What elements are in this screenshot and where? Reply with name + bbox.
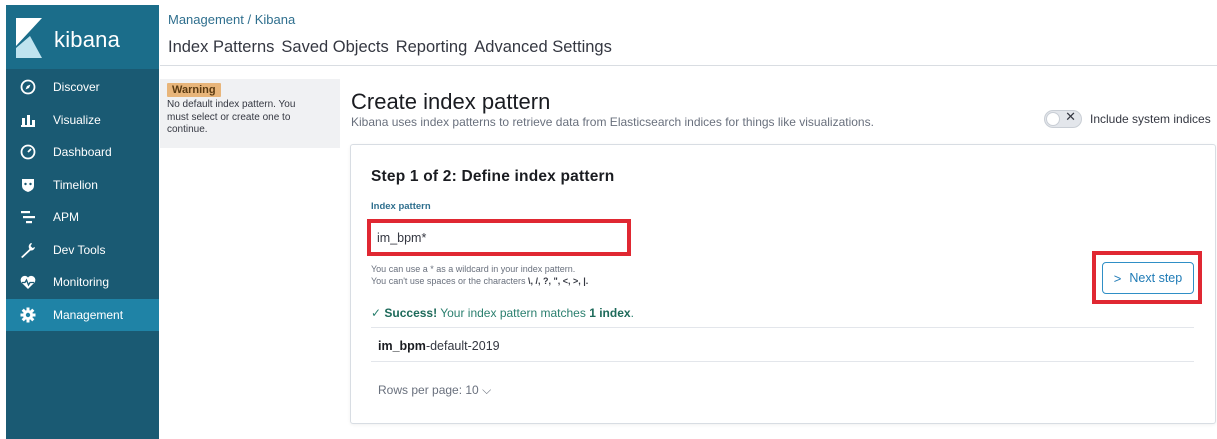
heartbeat-icon — [20, 274, 36, 290]
sidebar: kibana Discover Visualize Dashboard Time… — [6, 5, 159, 439]
breadcrumb-separator: / — [243, 12, 255, 27]
sidebar-item-management[interactable]: Management — [6, 298, 159, 331]
rows-per-page-label: Rows per page: 10 — [378, 383, 479, 397]
sidebar-item-label: Dashboard — [53, 145, 112, 160]
success-count: 1 index — [589, 306, 631, 320]
gear-icon — [20, 307, 36, 323]
tab-saved-objects[interactable]: Saved Objects — [281, 38, 388, 57]
sidebar-item-label: Visualize — [53, 112, 101, 127]
sidebar-item-monitoring[interactable]: Monitoring — [6, 266, 159, 299]
dashboard-icon — [20, 144, 36, 160]
breadcrumb-management[interactable]: Management — [168, 12, 244, 27]
wrench-icon — [20, 242, 36, 258]
index-pattern-input[interactable] — [375, 227, 623, 249]
page-title: Create index pattern — [351, 89, 551, 114]
help-line-1: You can use a * as a wildcard in your in… — [371, 264, 576, 274]
help-text: You can use a * as a wildcard in your in… — [371, 263, 588, 287]
sidebar-item-dev-tools[interactable]: Dev Tools — [6, 234, 159, 267]
index-match-rest: -default-2019 — [425, 339, 500, 353]
next-step-button[interactable]: > Next step — [1102, 262, 1194, 294]
kibana-logo[interactable]: kibana — [6, 5, 159, 69]
warning-badge: Warning — [167, 83, 221, 97]
toggle-knob — [1046, 112, 1060, 126]
rows-per-page-select[interactable]: Rows per page: 10 ⌵ — [378, 383, 491, 398]
breadcrumb: Management / Kibana — [168, 12, 295, 27]
sidebar-item-visualize[interactable]: Visualize — [6, 104, 159, 137]
sidebar-item-apm[interactable]: APM — [6, 201, 159, 234]
management-tabs: Index Patterns Saved Objects Reporting A… — [168, 38, 619, 57]
close-icon: ✕ — [1065, 110, 1076, 125]
sidebar-item-label: Management — [53, 307, 124, 322]
sidebar-item-label: APM — [53, 210, 80, 225]
list-item: im_bpm-default-2019 — [378, 339, 500, 353]
help-line-2: You can't use spaces or the characters \… — [371, 275, 588, 287]
success-text-suffix: . — [630, 306, 634, 320]
sidebar-item-discover[interactable]: Discover — [6, 71, 159, 104]
sidebar-item-dashboard[interactable]: Dashboard — [6, 136, 159, 169]
help-line-2-prefix: You can't use spaces or the characters — [371, 276, 528, 286]
step-title: Step 1 of 2: Define index pattern — [371, 168, 615, 185]
page-description: Kibana uses index patterns to retrieve d… — [351, 115, 874, 129]
sidebar-item-label: Dev Tools — [53, 242, 106, 257]
kibana-logo-icon — [16, 18, 42, 58]
shield-icon — [20, 177, 36, 193]
include-system-indices-toggle[interactable]: ✕ — [1044, 110, 1082, 128]
checkmark-icon: ✓ — [371, 306, 385, 320]
chevron-right-icon: > — [1113, 270, 1122, 286]
sidebar-nav: Discover Visualize Dashboard Timelion AP… — [6, 71, 159, 331]
compass-icon — [20, 79, 36, 95]
input-highlight-box — [367, 219, 631, 256]
warning-panel: Warning No default index pattern. You mu… — [160, 79, 340, 148]
index-match-bold: im_bpm — [378, 339, 426, 353]
list-divider-bottom — [371, 361, 1194, 362]
success-text-prefix: Your index pattern matches — [437, 306, 590, 320]
next-step-label: Next step — [1129, 271, 1183, 285]
sidebar-item-label: Discover — [53, 80, 100, 95]
header-divider — [160, 65, 1217, 66]
forbidden-characters: \, /, ?, ", <, >, |. — [527, 276, 589, 286]
tab-reporting[interactable]: Reporting — [396, 38, 468, 57]
sidebar-item-label: Monitoring — [53, 275, 110, 290]
success-message: ✓ Success! Your index pattern matches 1 … — [371, 306, 634, 320]
sidebar-item-label: Timelion — [53, 177, 98, 192]
chevron-down-icon: ⌵ — [482, 383, 492, 397]
warning-text: No default index pattern. You must selec… — [167, 99, 296, 135]
success-label: Success! — [384, 306, 438, 320]
apm-icon — [20, 209, 36, 225]
bar-chart-icon — [20, 112, 36, 128]
tab-advanced-settings[interactable]: Advanced Settings — [474, 38, 612, 57]
index-pattern-label: Index pattern — [371, 201, 431, 212]
kibana-logo-text: kibana — [54, 27, 121, 52]
sidebar-item-timelion[interactable]: Timelion — [6, 169, 159, 202]
breadcrumb-kibana: Kibana — [254, 12, 296, 27]
include-system-indices-label[interactable]: Include system indices — [1090, 112, 1211, 126]
tab-index-patterns[interactable]: Index Patterns — [168, 38, 274, 57]
list-divider-top — [371, 327, 1194, 328]
